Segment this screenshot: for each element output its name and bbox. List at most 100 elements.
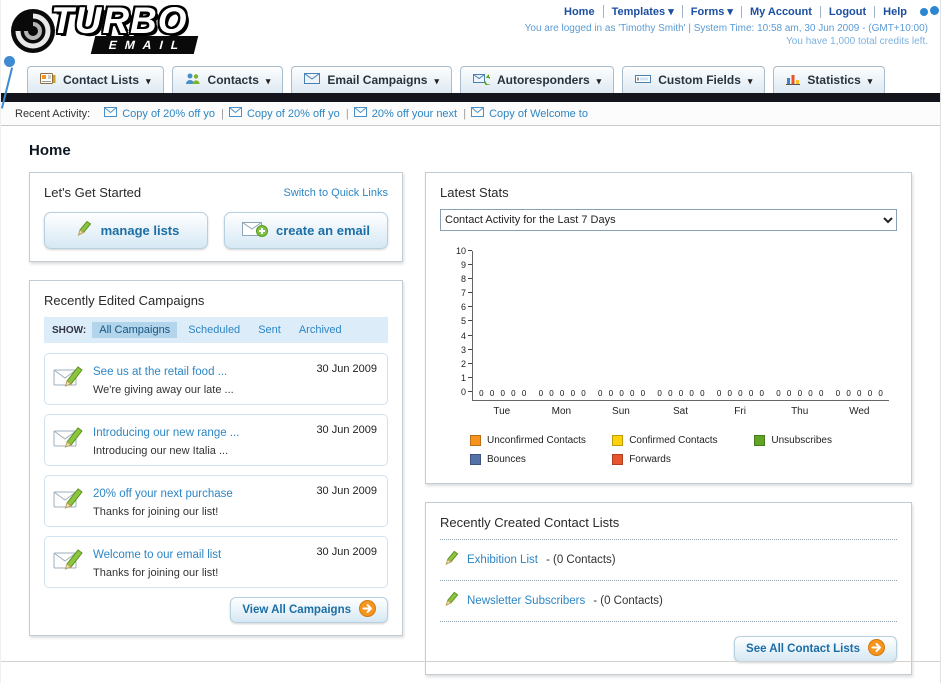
chart-x-label: Wed: [849, 406, 870, 417]
recent-activity-item[interactable]: Copy of 20% off yo: [225, 107, 350, 120]
campaign-filter[interactable]: Archived: [292, 322, 349, 338]
email-icon: [471, 107, 485, 120]
create-email-button[interactable]: create an email: [224, 212, 388, 249]
right-column: Latest Stats Contact Activity for the La…: [425, 172, 912, 675]
campaign-row[interactable]: Welcome to our email list Thanks for joi…: [44, 536, 388, 588]
chart-bar-group: 0 0 0 0 0: [835, 389, 883, 398]
contact-list-detail: - (0 Contacts): [593, 595, 663, 607]
footer-divider: [1, 661, 940, 662]
top-link-logout[interactable]: Logout: [819, 5, 874, 18]
app-logo[interactable]: TURBO EMAIL: [9, 0, 199, 60]
campaign-title-link[interactable]: See us at the retail food ...: [93, 366, 227, 378]
switch-quick-links-link[interactable]: Switch to Quick Links: [283, 187, 388, 199]
campaign-email-edit-icon: [53, 364, 85, 395]
chart-y-tick: 0: [461, 387, 472, 397]
contacts-icon: [185, 72, 201, 88]
tab-contacts[interactable]: Contacts: [171, 66, 284, 93]
decorative-dot-left: [4, 56, 15, 67]
tab-custom-fields[interactable]: Custom Fields: [622, 66, 766, 93]
get-started-panel: Let's Get Started Switch to Quick Links …: [29, 172, 403, 262]
tab-autoresponders[interactable]: Autoresponders: [459, 66, 615, 93]
chevron-down-icon: [434, 73, 439, 87]
legend-swatch: [754, 435, 766, 446]
notification-dot-icon: [920, 7, 928, 16]
campaign-title-link[interactable]: Introducing our new range ...: [93, 427, 239, 439]
campaign-title-link[interactable]: Welcome to our email list: [93, 549, 221, 561]
main-nav: Contact Lists Contacts Email Campaigns A…: [1, 60, 940, 93]
recent-activity-item-label: Copy of Welcome to: [489, 107, 588, 120]
chart-x-label: Fri: [734, 406, 746, 417]
recent-activity-item-label: Copy of 20% off yo: [122, 107, 215, 120]
stats-chart: 10 9 8 7 6 5 4 3 2 1 0 0 0 0 0 00 0 0 0 00 0 0 0 0…: [442, 247, 889, 417]
campaign-row[interactable]: 20% off your next purchase Thanks for jo…: [44, 475, 388, 527]
legend-item: Unconfirmed Contacts: [470, 435, 612, 446]
view-all-campaigns-label: View All Campaigns: [242, 604, 351, 616]
tab-statistics[interactable]: Statistics: [773, 66, 886, 93]
main-content: Home Let's Get Started Switch to Quick L…: [1, 126, 940, 675]
tab-contact-lists[interactable]: Contact Lists: [27, 66, 164, 93]
campaign-filters: All Campaigns Scheduled Sent Archived: [92, 322, 348, 338]
recent-activity-item[interactable]: Copy of 20% off yo: [100, 107, 225, 120]
campaign-filter-bar: SHOW: All Campaigns Scheduled Sent Archi…: [44, 317, 388, 343]
campaign-subtitle: Introducing our new Italia ...: [93, 445, 229, 457]
stats-activity-select[interactable]: Contact Activity for the Last 7 Days: [440, 209, 897, 231]
chevron-down-icon: [146, 73, 151, 87]
legend-label: Forwards: [629, 454, 671, 465]
chart-x-label: Sat: [673, 406, 689, 417]
chart-y-tick: 10: [456, 247, 472, 256]
show-label: SHOW:: [52, 324, 87, 336]
top-link-help[interactable]: Help: [874, 5, 915, 18]
chart-y-tick: 2: [461, 359, 472, 369]
campaign-date: 30 Jun 2009: [316, 485, 377, 497]
recent-activity-item[interactable]: 20% off your next: [350, 107, 467, 120]
top-link-home[interactable]: Home: [556, 6, 603, 18]
campaign-subtitle: Thanks for joining our list!: [93, 567, 219, 579]
legend-swatch: [612, 435, 624, 446]
chart-plot: 0 0 0 0 0 0 0 0 0 0 0 0 0 0 0 0 0 0 0 0 0 0 …: [472, 251, 889, 401]
legend-label: Unconfirmed Contacts: [487, 435, 586, 446]
contact-list-row: Exhibition List - (0 Contacts): [440, 540, 897, 581]
chevron-down-icon: [597, 73, 602, 87]
campaign-subtitle: We're giving away our late ...: [93, 384, 234, 396]
campaign-filter[interactable]: Scheduled: [181, 322, 247, 338]
chart-y-tick: 9: [461, 261, 472, 270]
tab-email-campaigns[interactable]: Email Campaigns: [291, 66, 452, 93]
campaign-row[interactable]: See us at the retail food ... We're givi…: [44, 353, 388, 405]
tab-label: Autoresponders: [496, 73, 590, 87]
contact-list-link[interactable]: Newsletter Subscribers: [467, 595, 585, 607]
campaign-date: 30 Jun 2009: [316, 363, 377, 375]
logo-subtitle: EMAIL: [90, 36, 199, 54]
chart-y-tick: 6: [461, 303, 472, 312]
manage-lists-button[interactable]: manage lists: [44, 212, 208, 249]
create-email-label: create an email: [276, 223, 370, 238]
email-icon: [228, 107, 242, 120]
email-icon: [104, 107, 118, 120]
chart-y-tick: 1: [461, 373, 472, 383]
chart-x-label: Sun: [612, 406, 630, 417]
logo-title: TURBO: [51, 0, 188, 41]
contact-lists-icon: [40, 72, 56, 88]
top-link-my-account[interactable]: My Account: [740, 5, 820, 18]
recent-activity-item[interactable]: Copy of Welcome to: [467, 107, 598, 120]
tab-label: Statistics: [807, 73, 861, 87]
view-all-campaigns-button[interactable]: View All Campaigns: [230, 597, 388, 623]
recent-activity-item-label: 20% off your next: [371, 107, 458, 120]
manage-lists-label: manage lists: [100, 223, 180, 238]
chart-x-label: Thu: [791, 406, 809, 417]
chart-y-axis: 10 9 8 7 6 5 4 3 2 1 0: [442, 247, 472, 397]
legend-item: Bounces: [470, 454, 612, 465]
campaign-subtitle: Thanks for joining our list!: [93, 506, 219, 518]
campaign-filter[interactable]: All Campaigns: [92, 322, 178, 338]
legend-swatch: [612, 454, 624, 465]
top-link-templates[interactable]: Templates ▾: [602, 5, 682, 18]
chart-bar-group: 0 0 0 0 0: [776, 389, 824, 398]
top-link-forms[interactable]: Forms ▾: [681, 5, 741, 18]
campaign-title-link[interactable]: 20% off your next purchase: [93, 488, 233, 500]
contact-list-link[interactable]: Exhibition List: [467, 554, 538, 566]
arrow-right-icon: [359, 600, 376, 620]
pencil-icon: [442, 591, 459, 611]
contact-lists-panel-title: Recently Created Contact Lists: [440, 515, 897, 540]
see-all-contact-lists-button[interactable]: See All Contact Lists: [734, 636, 897, 662]
campaign-filter[interactable]: Sent: [251, 322, 288, 338]
campaign-row[interactable]: Introducing our new range ... Introducin…: [44, 414, 388, 466]
